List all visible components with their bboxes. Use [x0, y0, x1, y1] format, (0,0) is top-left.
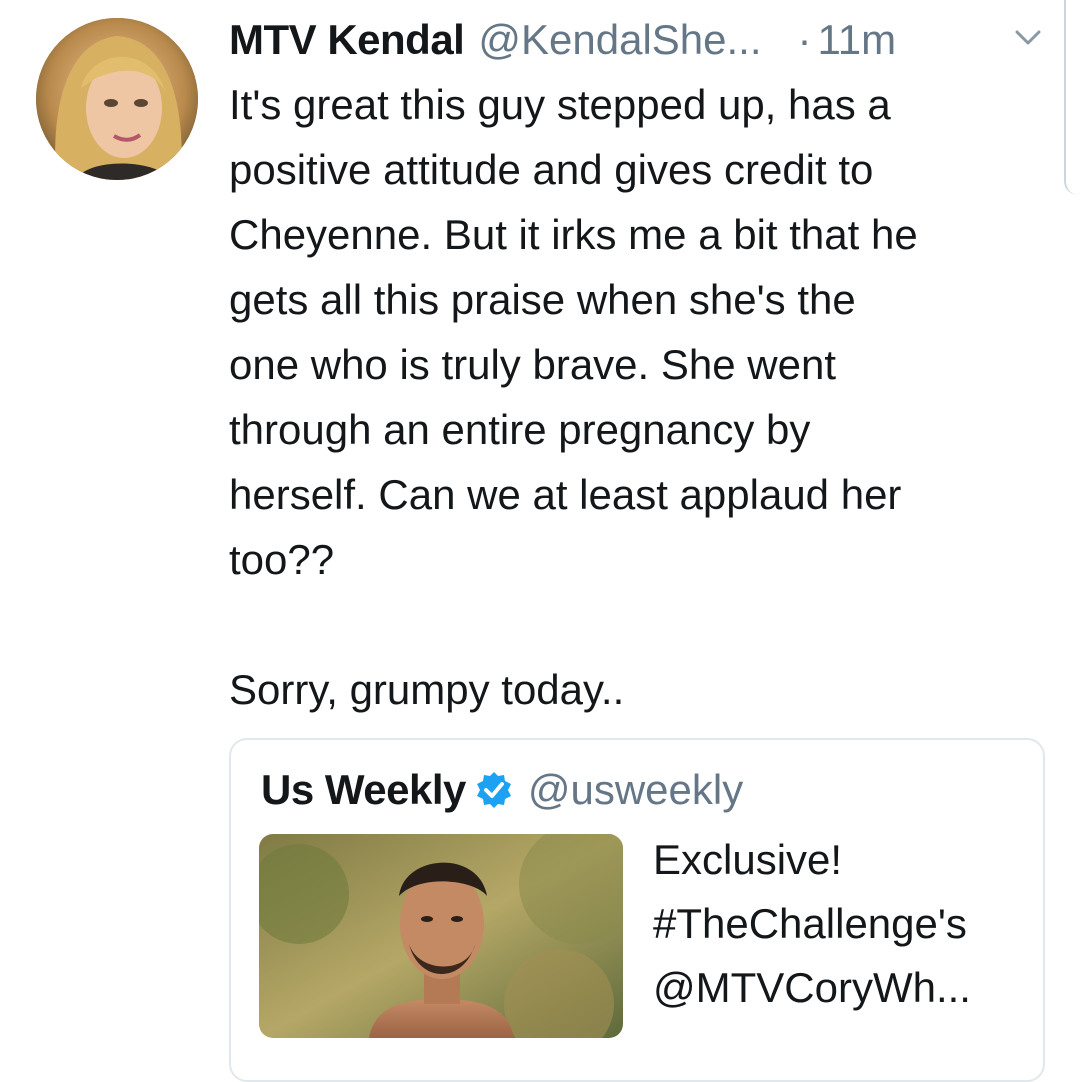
quoted-tweet-text: Exclusive! #TheChallenge's @MTVCoryWh...	[653, 828, 1033, 1020]
tweet-text-line: one who is truly brave. She went	[229, 341, 836, 388]
quoted-author-name: Us Weekly	[261, 766, 466, 813]
thread-edge-divider	[1064, 0, 1080, 195]
quoted-tweet-card[interactable]: Us Weekly @usweekly Exclusive! #TheChall…	[229, 738, 1045, 1082]
timestamp[interactable]: 11m	[818, 16, 897, 64]
verified-badge-icon	[476, 772, 511, 808]
tweet-text-line: Cheyenne. But it irks me a bit that he	[229, 211, 918, 258]
quoted-tweet-header: Us Weekly @usweekly	[261, 766, 743, 814]
tweet-text-line: gets all this praise when she's the	[229, 276, 856, 323]
quoted-text-line: Exclusive!	[653, 836, 843, 883]
author-name[interactable]: MTV Kendal	[229, 16, 465, 64]
tweet-text-footer: Sorry, grumpy today..	[229, 666, 625, 713]
quoted-text-line: #TheChallenge's	[653, 900, 967, 947]
tweet-text-line: herself. Can we at least applaud her	[229, 471, 902, 518]
tweet-text-line: too??	[229, 536, 335, 583]
quoted-tweet-image[interactable]	[259, 834, 623, 1038]
quoted-author-handle: @usweekly	[527, 766, 744, 813]
author-handle[interactable]: @KendalShe...	[478, 16, 761, 64]
tweet-text-line: positive attitude and gives credit to	[229, 146, 874, 193]
tweet-text-line: through an entire pregnancy by	[229, 406, 811, 453]
tweet-text-line: It's great this guy stepped up, has a	[229, 81, 891, 128]
separator-dot: ·	[797, 16, 812, 63]
quoted-text-line: @MTVCoryWh...	[653, 964, 971, 1011]
chevron-down-icon[interactable]	[1014, 28, 1042, 48]
tweet-body: It's great this guy stepped up, has a po…	[229, 72, 1049, 722]
author-avatar[interactable]	[36, 18, 198, 180]
tweet-header: MTV Kendal @KendalShe... · 11m	[229, 14, 896, 66]
